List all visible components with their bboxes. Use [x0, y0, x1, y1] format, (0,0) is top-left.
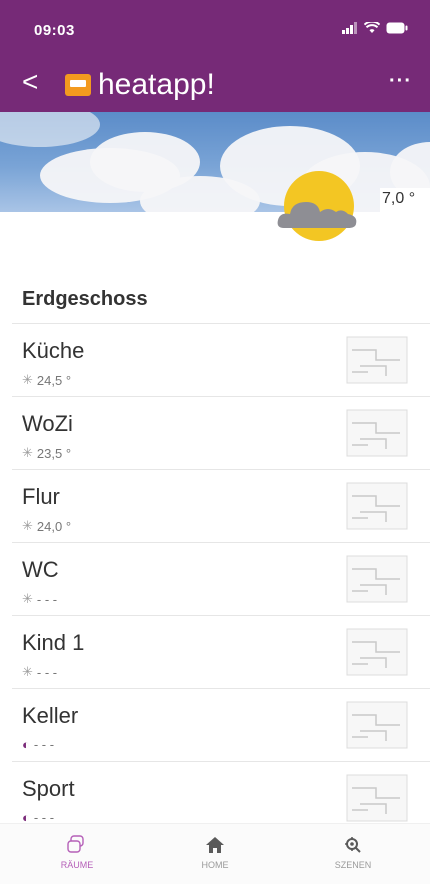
room-temperature: 24,0 °: [36, 518, 72, 534]
room-temperature: - - -: [36, 664, 58, 680]
room-temp-row: ✳ 24,5 °: [22, 372, 71, 388]
room-item[interactable]: Küche ✳ 24,5 °: [12, 324, 430, 397]
battery-icon: [386, 22, 408, 34]
room-temperature: 24,5 °: [36, 372, 72, 388]
room-name: Küche: [22, 338, 85, 363]
room-temp-row: ✳ - - -: [22, 591, 57, 607]
room-floorplan-thumbnail: [346, 774, 408, 822]
bottom-tab-bar: RÄUME HOME SZENEN: [0, 823, 430, 884]
heating-sun-icon: ✳: [22, 518, 33, 533]
room-floorplan-thumbnail: [346, 628, 408, 676]
heating-sun-icon: ✳: [22, 664, 33, 679]
outdoor-temperature: 7,0 °: [382, 190, 416, 207]
room-name: Sport: [22, 776, 75, 801]
cloud-icon: [277, 202, 357, 228]
heating-sun-icon: ✳: [22, 445, 33, 460]
tab-home[interactable]: HOME: [170, 834, 260, 870]
room-item[interactable]: Keller ◐ - - -: [12, 689, 430, 762]
room-name: Keller: [22, 703, 79, 728]
app-title: heatapp!: [98, 68, 215, 101]
room-item[interactable]: WC ✳ - - -: [12, 543, 430, 616]
wifi-icon: [364, 22, 380, 33]
tab-scenes-label: SZENEN: [334, 860, 372, 870]
status-time: 09:03: [34, 22, 75, 39]
heatapp-logo-icon: [65, 74, 91, 96]
status-bar: 09:03: [0, 0, 430, 58]
heating-sun-icon: ✳: [22, 372, 33, 387]
room-temp-row: ✳ - - -: [22, 664, 57, 680]
room-temperature: - - -: [36, 591, 58, 607]
room-name: Flur: [22, 484, 60, 509]
scenes-icon: [345, 837, 361, 853]
room-name: WC: [22, 557, 59, 582]
room-floorplan-thumbnail: [346, 701, 408, 749]
room-name: Kind 1: [22, 630, 85, 655]
home-icon: [206, 837, 224, 853]
signal-icon: [342, 22, 357, 34]
app-bar: < heatapp! ···: [0, 58, 430, 112]
room-temperature: - - -: [33, 737, 55, 752]
room-temp-row: ✳ 23,5 °: [22, 445, 71, 461]
back-button[interactable]: <: [22, 68, 38, 96]
tab-scenes[interactable]: SZENEN: [308, 834, 398, 870]
room-temp-row: ◐ - - -: [22, 737, 54, 752]
heating-sun-icon: ✳: [22, 591, 33, 606]
room-item[interactable]: WoZi ✳ 23,5 °: [12, 397, 430, 470]
night-mode-icon: ◐: [22, 737, 30, 752]
weather-banner: [0, 112, 430, 212]
more-menu-button[interactable]: ···: [389, 70, 412, 93]
room-item[interactable]: Flur ✳ 24,0 °: [12, 470, 430, 543]
tab-rooms[interactable]: RÄUME: [32, 834, 122, 870]
room-floorplan-thumbnail: [346, 409, 408, 457]
rooms-icon: [67, 835, 84, 853]
floor-title: Erdgeschoss: [22, 288, 148, 310]
room-temp-row: ✳ 24,0 °: [22, 518, 71, 534]
room-name: WoZi: [22, 411, 73, 436]
room-floorplan-thumbnail: [346, 555, 408, 603]
status-icons: [342, 22, 408, 34]
tab-rooms-label: RÄUME: [60, 860, 94, 870]
room-temperature: 23,5 °: [36, 445, 72, 461]
room-floorplan-thumbnail: [346, 482, 408, 530]
room-floorplan-thumbnail: [346, 336, 408, 384]
tab-home-label: HOME: [201, 860, 229, 870]
room-item[interactable]: Kind 1 ✳ - - -: [12, 616, 430, 689]
